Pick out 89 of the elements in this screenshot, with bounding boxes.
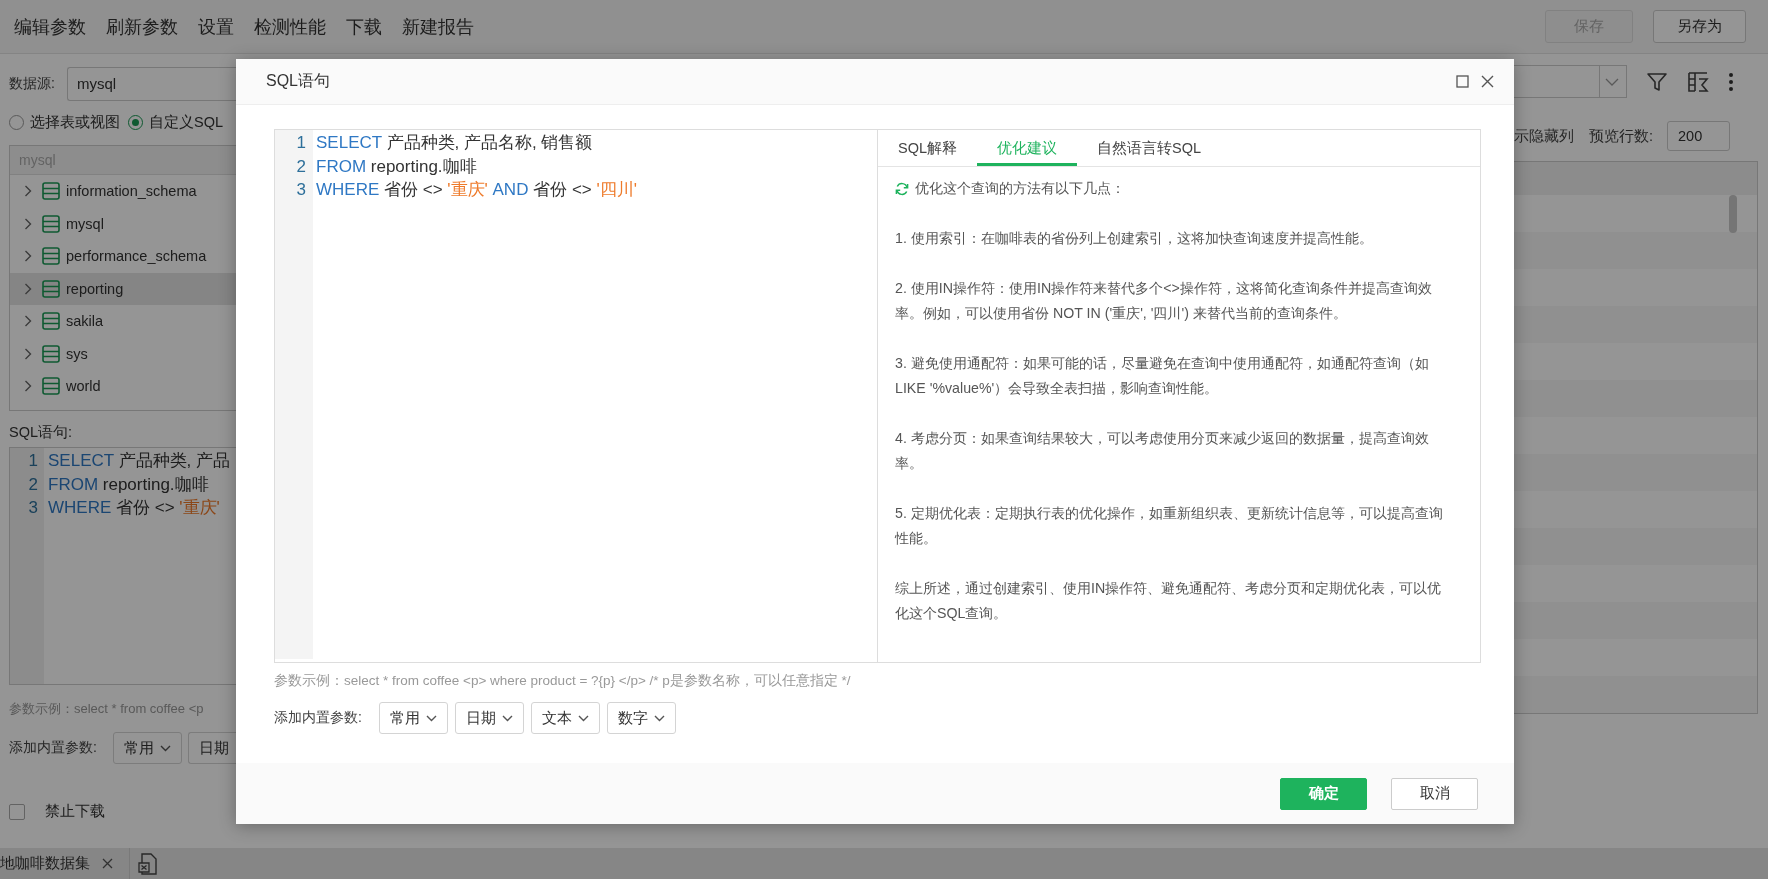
line-number: 3: [295, 179, 307, 201]
answer-intro: 优化这个查询的方法有以下几点：: [915, 179, 1125, 198]
preview-rows-field[interactable]: 200: [1667, 121, 1731, 151]
chevron-down-icon: [425, 714, 437, 722]
tab[interactable]: 自然语言转SQL: [1077, 130, 1222, 166]
code-line: FROM reporting.咖啡: [48, 473, 210, 496]
tree-item[interactable]: reporting: [10, 272, 236, 305]
answer-paragraph: 4. 考虑分页：如果查询结果较大，可以考虑使用分页来减少返回的数据量，提高查询效率。: [895, 429, 1430, 473]
refresh-icon[interactable]: [895, 181, 909, 196]
param-example: 参数示例：select * from coffee <p: [9, 700, 205, 718]
tree-item[interactable]: sys: [10, 337, 236, 370]
hidden-columns-label: 示隐藏列: [1514, 126, 1574, 146]
line-number: 1: [27, 450, 39, 472]
code-editor[interactable]: 1 2 3 SELECT 产品种类, 产品 FROM reporting.咖啡 WHERE 省份 <> '重庆': [9, 447, 236, 685]
chevron-right-icon: [24, 282, 32, 295]
dialog-button[interactable]: 取消: [1391, 777, 1478, 810]
menu-item[interactable]: 新建报告: [392, 10, 484, 43]
menu-item[interactable]: 下载: [336, 10, 392, 43]
chevron-down-icon: [1605, 77, 1619, 86]
scrollbar-thumb[interactable]: [1729, 195, 1737, 233]
checkbox-label: 禁止下载: [45, 802, 105, 821]
line-number: 2: [295, 155, 307, 178]
datasource-label: 数据源:: [9, 75, 55, 93]
database-icon: [42, 247, 60, 266]
dropdown-button[interactable]: 日期: [187, 732, 236, 764]
checkbox[interactable]: [9, 803, 25, 820]
chevron-right-icon: [24, 380, 32, 393]
code-line: WHERE 省份 <> '重庆' AND 省份 <> '四川': [316, 179, 637, 201]
tree-item[interactable]: world: [10, 370, 236, 403]
chevron-down-icon: [159, 744, 171, 752]
chevron-right-icon: [24, 250, 32, 263]
chevron-down-icon: [577, 714, 589, 722]
answer-paragraph: 综上所述，通过创建索引、使用IN操作符、避免通配符、考虑分页和定期优化表，可以优化这个SQL查询。: [895, 579, 1443, 623]
answer-paragraph: 5. 定期优化表：定期执行表的优化操作，如重新组织表、更新统计信息等，可以提高查询性能。: [895, 504, 1444, 548]
answer-paragraph: 3. 避免使用通配符：如果可能的话，尽量避免在查询中使用通配符，如通配符查询（如LIKE '%value%'）会导致全表扫描，影响查询性能。: [895, 354, 1430, 398]
database-icon: [42, 312, 60, 331]
line-number: 2: [27, 473, 39, 496]
tab[interactable]: SQL解释: [878, 130, 977, 166]
chevron-right-icon: [24, 185, 32, 198]
dropdown-button[interactable]: 日期: [454, 702, 524, 734]
menu-item[interactable]: 检测性能: [244, 10, 336, 43]
param-label: 添加内置参数:: [274, 709, 362, 727]
database-icon: [42, 182, 60, 201]
chevron-right-icon: [24, 315, 32, 328]
database-icon: [42, 377, 60, 396]
radio-label: 选择表或视图: [30, 112, 120, 132]
tree-item[interactable]: sakila: [10, 305, 236, 338]
toolbar-button[interactable]: 另存为: [1653, 10, 1746, 43]
code-line: FROM reporting.咖啡: [316, 155, 478, 178]
dropdown-button[interactable]: 数字: [606, 702, 676, 734]
table-sum-icon[interactable]: [1687, 70, 1709, 93]
radio-label: 自定义SQL: [149, 112, 223, 132]
close-icon[interactable]: [102, 858, 113, 869]
chevron-down-icon: [653, 714, 665, 722]
menu-item[interactable]: 设置: [188, 10, 244, 43]
dialog-title: SQL语句: [266, 71, 330, 91]
datasource-field[interactable]: mysql: [66, 67, 236, 101]
tab[interactable]: 地咖啡数据集: [0, 854, 90, 873]
line-number: 1: [295, 132, 307, 154]
preview-rows-label: 预览行数:: [1589, 126, 1654, 146]
menu-item[interactable]: 编辑参数: [4, 10, 96, 43]
tree-item[interactable]: performance_schema: [10, 240, 236, 273]
tree-item[interactable]: information_schema: [10, 175, 236, 208]
sql-label: SQL语句:: [9, 423, 74, 442]
code-line: WHERE 省份 <> '重庆': [48, 497, 221, 519]
dropdown-button[interactable]: 常用: [112, 732, 182, 764]
database-icon: [42, 279, 60, 298]
code-line: SELECT 产品种类, 产品: [48, 450, 230, 472]
filter-icon[interactable]: [1646, 70, 1668, 93]
answer-paragraph: 2. 使用IN操作符：使用IN操作符来替代多个<>操作符，这将简化查询条件并提高查询效率。例如，可以使用省份 NOT IN ('重庆', '四川') 来替代当前的查询条件。: [895, 279, 1433, 323]
code-editor[interactable]: 1 2 3 SELECT 产品种类, 产品名称, 销售额 FROM reporting.咖啡 WHERE 省份 <> '重庆' AND 省份 <> '四川': [275, 130, 878, 662]
code-line: SELECT 产品种类, 产品名称, 销售额: [316, 132, 594, 154]
chevron-right-icon: [24, 217, 32, 230]
menu-item[interactable]: 刷新参数: [96, 10, 188, 43]
maximize-icon[interactable]: [1456, 75, 1469, 88]
more-icon[interactable]: [1728, 71, 1734, 92]
chevron-down-icon: [501, 714, 513, 722]
line-number: 3: [27, 497, 39, 519]
database-icon: [42, 344, 60, 363]
dropdown-button[interactable]: 常用: [378, 702, 448, 734]
answer-paragraph: 1. 使用索引：在咖啡表的省份列上创建索引，这将加快查询速度并提高性能。: [895, 229, 1374, 248]
chevron-right-icon: [24, 347, 32, 360]
param-label: 添加内置参数:: [9, 739, 97, 757]
dropdown-button[interactable]: 文本: [530, 702, 600, 734]
param-example: 参数示例：select * from coffee <p> where product = ?{p} </p> /* p是参数名称，可以任意指定 */: [274, 672, 852, 690]
close-icon[interactable]: [1481, 75, 1494, 88]
tree-item[interactable]: mysql: [10, 207, 236, 240]
database-icon: [42, 214, 60, 233]
document-icon[interactable]: [138, 852, 158, 875]
